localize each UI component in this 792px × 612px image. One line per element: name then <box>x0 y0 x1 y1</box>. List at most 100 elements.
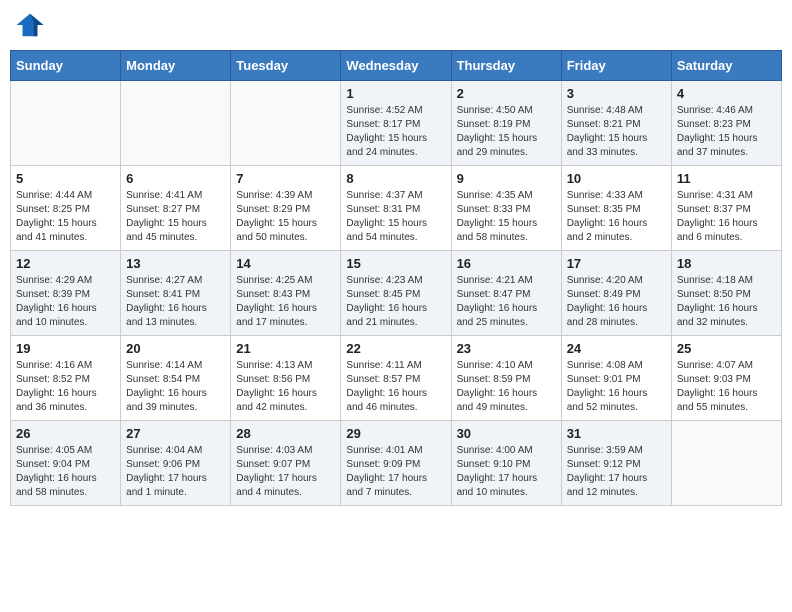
day-number: 27 <box>126 426 225 441</box>
day-info: Sunrise: 4:52 AM Sunset: 8:17 PM Dayligh… <box>346 104 445 160</box>
day-number: 12 <box>16 256 115 271</box>
calendar-day-cell: 9 Sunrise: 4:35 AM Sunset: 8:33 PM Daylig… <box>451 166 561 251</box>
calendar-day-cell: 16Sunrise: 4:21 AM Sunset: 8:47 PM Dayli… <box>451 251 561 336</box>
calendar-day-cell: 1 Sunrise: 4:52 AM Sunset: 8:17 PM Daylig… <box>341 81 451 166</box>
calendar-day-cell: 8 Sunrise: 4:37 AM Sunset: 8:31 PM Daylig… <box>341 166 451 251</box>
day-number: 7 <box>236 171 335 186</box>
day-info: Sunrise: 4:44 AM Sunset: 8:25 PM Dayligh… <box>16 189 115 245</box>
day-number: 19 <box>16 341 115 356</box>
day-number: 8 <box>346 171 445 186</box>
calendar-day-cell <box>121 81 231 166</box>
day-number: 1 <box>346 86 445 101</box>
day-info: Sunrise: 4:01 AM Sunset: 9:09 PM Dayligh… <box>346 444 445 500</box>
day-info: Sunrise: 4:33 AM Sunset: 8:35 PM Dayligh… <box>567 189 666 245</box>
day-info: Sunrise: 4:08 AM Sunset: 9:01 PM Dayligh… <box>567 359 666 415</box>
day-number: 18 <box>677 256 776 271</box>
day-info: Sunrise: 4:37 AM Sunset: 8:31 PM Dayligh… <box>346 189 445 245</box>
day-info: Sunrise: 4:25 AM Sunset: 8:43 PM Dayligh… <box>236 274 335 330</box>
day-number: 3 <box>567 86 666 101</box>
day-number: 26 <box>16 426 115 441</box>
day-number: 22 <box>346 341 445 356</box>
day-info: Sunrise: 4:39 AM Sunset: 8:29 PM Dayligh… <box>236 189 335 245</box>
calendar-week-row: 5 Sunrise: 4:44 AM Sunset: 8:25 PM Daylig… <box>11 166 782 251</box>
day-number: 6 <box>126 171 225 186</box>
day-number: 23 <box>457 341 556 356</box>
calendar-day-cell <box>671 421 781 506</box>
calendar-day-cell: 13 Sunrise: 4:27 AM Sunset: 8:41 PM Dayli… <box>121 251 231 336</box>
day-of-week-header: Saturday <box>671 51 781 81</box>
day-info: Sunrise: 4:14 AM Sunset: 8:54 PM Dayligh… <box>126 359 225 415</box>
day-of-week-header: Monday <box>121 51 231 81</box>
calendar-week-row: 12 Sunrise: 4:29 AM Sunset: 8:39 PM Dayli… <box>11 251 782 336</box>
calendar-day-cell: 25 Sunrise: 4:07 AM Sunset: 9:03 PM Dayli… <box>671 336 781 421</box>
day-number: 29 <box>346 426 445 441</box>
calendar-day-cell: 18 Sunrise: 4:18 AM Sunset: 8:50 PM Dayli… <box>671 251 781 336</box>
day-number: 5 <box>16 171 115 186</box>
day-info: Sunrise: 4:00 AM Sunset: 9:10 PM Dayligh… <box>457 444 556 500</box>
calendar-day-cell: 17 Sunrise: 4:20 AM Sunset: 8:49 PM Dayli… <box>561 251 671 336</box>
calendar-day-cell <box>231 81 341 166</box>
day-number: 2 <box>457 86 556 101</box>
calendar-day-cell: 26 Sunrise: 4:05 AM Sunset: 9:04 PM Dayli… <box>11 421 121 506</box>
day-of-week-header: Sunday <box>11 51 121 81</box>
day-info: Sunrise: 4:16 AM Sunset: 8:52 PM Dayligh… <box>16 359 115 415</box>
calendar-day-cell: 24 Sunrise: 4:08 AM Sunset: 9:01 PM Dayli… <box>561 336 671 421</box>
day-info: Sunrise: 4:31 AM Sunset: 8:37 PM Dayligh… <box>677 189 776 245</box>
logo-icon <box>15 10 45 40</box>
calendar-day-cell: 23 Sunrise: 4:10 AM Sunset: 8:59 PM Dayli… <box>451 336 561 421</box>
calendar-day-cell: 3Sunrise: 4:48 AM Sunset: 8:21 PM Daylig… <box>561 81 671 166</box>
day-info: Sunrise: 4:10 AM Sunset: 8:59 PM Dayligh… <box>457 359 556 415</box>
calendar-day-cell: 31 Sunrise: 3:59 AM Sunset: 9:12 PM Dayli… <box>561 421 671 506</box>
day-info: Sunrise: 4:11 AM Sunset: 8:57 PM Dayligh… <box>346 359 445 415</box>
day-info: Sunrise: 4:46 AM Sunset: 8:23 PM Dayligh… <box>677 104 776 160</box>
day-number: 9 <box>457 171 556 186</box>
calendar-day-cell <box>11 81 121 166</box>
calendar-day-cell: 4Sunrise: 4:46 AM Sunset: 8:23 PM Daylig… <box>671 81 781 166</box>
day-info: Sunrise: 4:35 AM Sunset: 8:33 PM Dayligh… <box>457 189 556 245</box>
day-number: 16 <box>457 256 556 271</box>
day-number: 17 <box>567 256 666 271</box>
calendar-day-cell: 20 Sunrise: 4:14 AM Sunset: 8:54 PM Dayli… <box>121 336 231 421</box>
calendar-day-cell: 12 Sunrise: 4:29 AM Sunset: 8:39 PM Dayli… <box>11 251 121 336</box>
day-info: Sunrise: 4:03 AM Sunset: 9:07 PM Dayligh… <box>236 444 335 500</box>
day-number: 13 <box>126 256 225 271</box>
day-number: 31 <box>567 426 666 441</box>
calendar-day-cell: 15 Sunrise: 4:23 AM Sunset: 8:45 PM Dayli… <box>341 251 451 336</box>
day-info: Sunrise: 4:50 AM Sunset: 8:19 PM Dayligh… <box>457 104 556 160</box>
day-info: Sunrise: 4:41 AM Sunset: 8:27 PM Dayligh… <box>126 189 225 245</box>
calendar-day-cell: 5 Sunrise: 4:44 AM Sunset: 8:25 PM Daylig… <box>11 166 121 251</box>
calendar-day-cell: 22 Sunrise: 4:11 AM Sunset: 8:57 PM Dayli… <box>341 336 451 421</box>
day-of-week-header: Wednesday <box>341 51 451 81</box>
calendar-day-cell: 11 Sunrise: 4:31 AM Sunset: 8:37 PM Dayli… <box>671 166 781 251</box>
calendar-day-cell: 7 Sunrise: 4:39 AM Sunset: 8:29 PM Daylig… <box>231 166 341 251</box>
calendar-day-cell: 10Sunrise: 4:33 AM Sunset: 8:35 PM Dayli… <box>561 166 671 251</box>
calendar-day-cell: 27Sunrise: 4:04 AM Sunset: 9:06 PM Dayli… <box>121 421 231 506</box>
day-info: Sunrise: 4:18 AM Sunset: 8:50 PM Dayligh… <box>677 274 776 330</box>
calendar-week-row: 1 Sunrise: 4:52 AM Sunset: 8:17 PM Daylig… <box>11 81 782 166</box>
day-number: 25 <box>677 341 776 356</box>
calendar-week-row: 19 Sunrise: 4:16 AM Sunset: 8:52 PM Dayli… <box>11 336 782 421</box>
calendar-day-cell: 30Sunrise: 4:00 AM Sunset: 9:10 PM Dayli… <box>451 421 561 506</box>
day-info: Sunrise: 3:59 AM Sunset: 9:12 PM Dayligh… <box>567 444 666 500</box>
day-info: Sunrise: 4:29 AM Sunset: 8:39 PM Dayligh… <box>16 274 115 330</box>
day-number: 21 <box>236 341 335 356</box>
day-of-week-header: Tuesday <box>231 51 341 81</box>
calendar-week-row: 26 Sunrise: 4:05 AM Sunset: 9:04 PM Dayli… <box>11 421 782 506</box>
day-info: Sunrise: 4:05 AM Sunset: 9:04 PM Dayligh… <box>16 444 115 500</box>
calendar-header-row: SundayMondayTuesdayWednesdayThursdayFrid… <box>11 51 782 81</box>
calendar-table: SundayMondayTuesdayWednesdayThursdayFrid… <box>10 50 782 506</box>
day-number: 15 <box>346 256 445 271</box>
day-number: 24 <box>567 341 666 356</box>
page-header <box>10 10 782 40</box>
logo <box>15 10 49 40</box>
day-info: Sunrise: 4:23 AM Sunset: 8:45 PM Dayligh… <box>346 274 445 330</box>
calendar-day-cell: 2 Sunrise: 4:50 AM Sunset: 8:19 PM Daylig… <box>451 81 561 166</box>
calendar-day-cell: 21Sunrise: 4:13 AM Sunset: 8:56 PM Dayli… <box>231 336 341 421</box>
day-number: 11 <box>677 171 776 186</box>
calendar-day-cell: 14Sunrise: 4:25 AM Sunset: 8:43 PM Dayli… <box>231 251 341 336</box>
day-info: Sunrise: 4:20 AM Sunset: 8:49 PM Dayligh… <box>567 274 666 330</box>
calendar-day-cell: 6 Sunrise: 4:41 AM Sunset: 8:27 PM Daylig… <box>121 166 231 251</box>
day-number: 20 <box>126 341 225 356</box>
day-info: Sunrise: 4:27 AM Sunset: 8:41 PM Dayligh… <box>126 274 225 330</box>
day-info: Sunrise: 4:07 AM Sunset: 9:03 PM Dayligh… <box>677 359 776 415</box>
